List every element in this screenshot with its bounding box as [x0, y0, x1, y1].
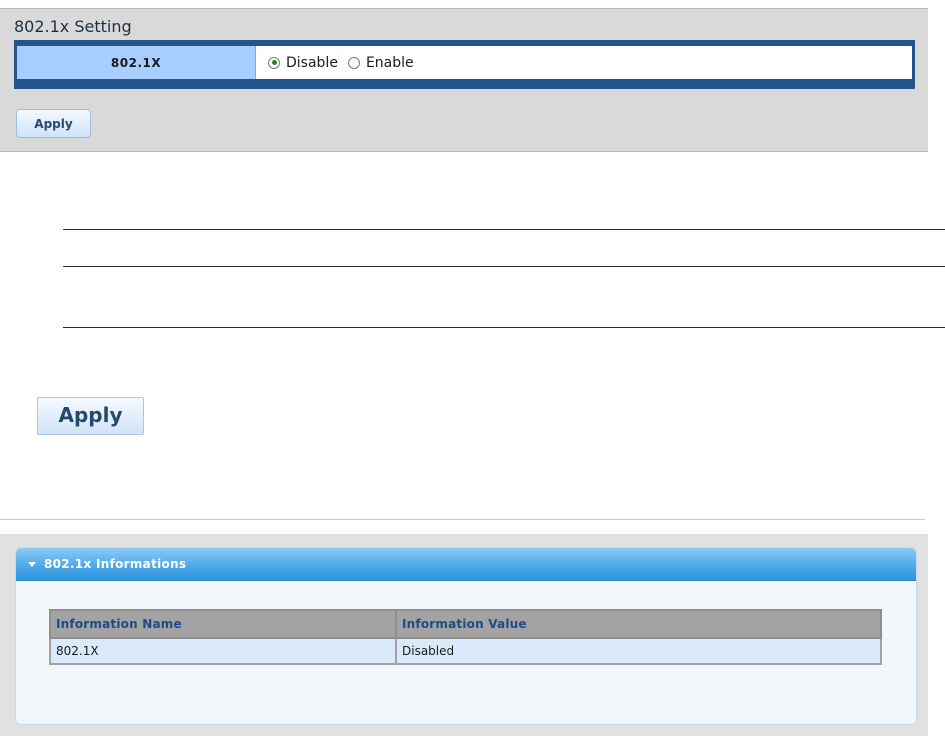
enable-option[interactable]: Enable [347, 54, 414, 71]
disable-label: Disable [286, 54, 338, 71]
disable-option[interactable]: Disable [268, 55, 338, 71]
divider-line [63, 266, 945, 267]
divider-line [63, 327, 945, 328]
info-panel: 802.1x Informations Information Name Inf… [15, 547, 917, 725]
divider-line [63, 229, 945, 230]
info-section: 802.1x Informations Information Name Inf… [0, 534, 928, 736]
disable-radio[interactable] [268, 56, 280, 69]
setting-row: 802.1X Disable Enable [17, 46, 912, 79]
table-row: 802.1X Disabled [49, 637, 882, 665]
setting-value: Disable Enable [256, 46, 912, 79]
info-value-cell: Disabled [395, 637, 882, 665]
info-table: Information Name Information Value 802.1… [49, 609, 882, 665]
apply-button[interactable]: Apply [16, 109, 91, 138]
info-name-cell: 802.1X [49, 637, 397, 665]
column-header-value: Information Value [395, 609, 882, 639]
setting-title: 802.1x Setting [14, 17, 132, 36]
column-header-name: Information Name [49, 609, 397, 639]
info-header[interactable]: 802.1x Informations [16, 548, 916, 581]
setting-panel: 802.1x Setting 802.1X Disable Enable App… [0, 8, 928, 152]
enable-radio[interactable] [347, 56, 360, 69]
table-header-row: Information Name Information Value [49, 609, 882, 639]
apply-button-large[interactable]: Apply [37, 397, 144, 435]
enable-label: Enable [365, 54, 414, 71]
setting-table: 802.1X Disable Enable [14, 40, 915, 89]
info-title: 802.1x Informations [44, 557, 187, 571]
setting-label: 802.1X [17, 46, 256, 79]
section-separator [0, 519, 925, 520]
caret-down-icon[interactable] [28, 561, 36, 567]
